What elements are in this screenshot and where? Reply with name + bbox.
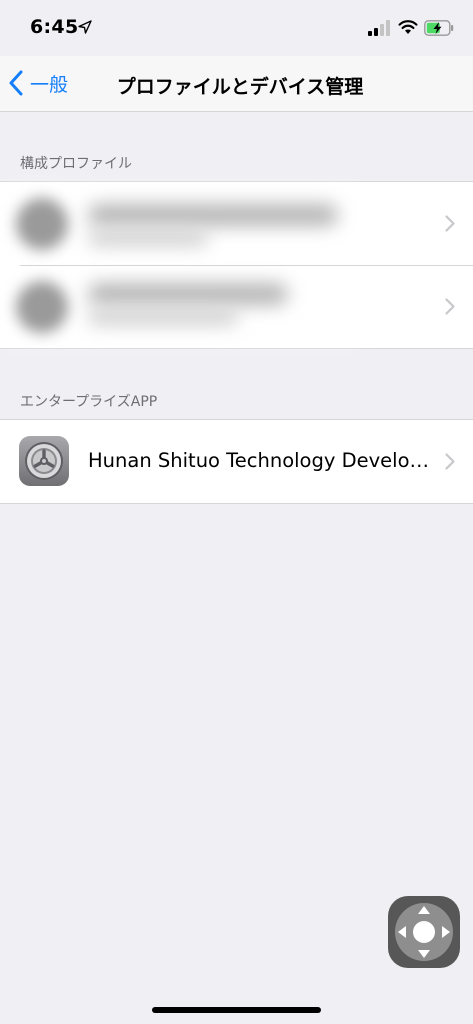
enterprise-app-name: Hunan Shituo Technology Development Co.,… [88, 449, 438, 472]
location-arrow-icon [78, 20, 92, 34]
redacted-profile-icon [16, 281, 68, 333]
wifi-icon [398, 20, 418, 34]
cellular-signal-icon [368, 20, 390, 36]
status-time: 6:45 [30, 16, 79, 38]
status-bar: 6:45 [0, 0, 473, 56]
enterprise-app-row[interactable]: Hunan Shituo Technology Development Co.,… [0, 420, 473, 503]
chevron-right-icon [445, 298, 455, 315]
profile-row-redacted[interactable] [0, 182, 473, 265]
chevron-left-icon [9, 70, 23, 96]
redacted-profile-name [88, 204, 338, 226]
redacted-profile-detail [88, 309, 238, 325]
page-title: プロファイルとデバイス管理 [116, 76, 364, 98]
redacted-profile-detail [88, 230, 208, 246]
enterprise-section-header: エンタープライズAPP [20, 394, 158, 410]
chevron-right-icon [445, 453, 455, 470]
back-button-label: 一般 [30, 73, 69, 96]
home-indicator[interactable] [152, 1007, 321, 1013]
profile-row-redacted[interactable] [0, 265, 473, 348]
profiles-list [0, 181, 473, 349]
redacted-profile-name [88, 283, 288, 305]
back-button[interactable]: 一般 [8, 66, 68, 100]
redacted-profile-icon [16, 198, 68, 250]
profiles-section-header: 構成プロファイル [20, 156, 132, 172]
directional-pad-icon [395, 903, 453, 961]
chevron-right-icon [445, 215, 455, 232]
navigation-bar: 一般 プロファイルとデバイス管理 [0, 56, 473, 112]
battery-charging-icon [424, 20, 454, 36]
settings-gear-icon [19, 436, 69, 486]
enterprise-list: Hunan Shituo Technology Development Co.,… [0, 419, 473, 504]
assistive-touch-button[interactable] [388, 896, 460, 968]
